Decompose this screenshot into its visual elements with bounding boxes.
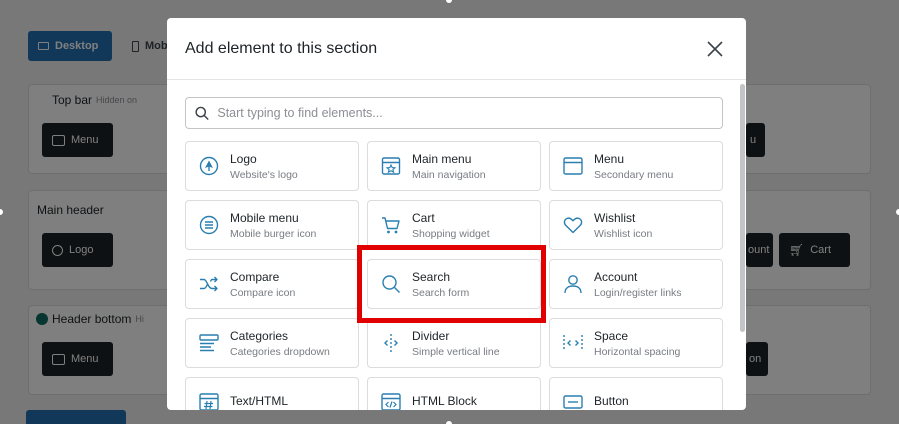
element-name: Mobile menu xyxy=(230,210,299,225)
heart-icon xyxy=(562,214,584,236)
element-desc: Login/register links xyxy=(594,286,682,299)
modal-scrollbar[interactable] xyxy=(740,84,745,332)
element-name: Button xyxy=(594,393,629,408)
element-desc: Compare icon xyxy=(230,286,296,299)
element-desc: Website's logo xyxy=(230,168,298,181)
element-name: HTML Block xyxy=(412,393,477,408)
element-name: Menu xyxy=(594,151,625,166)
element-desc: Mobile burger icon xyxy=(230,227,317,240)
element-card-logo[interactable]: Logo Website's logo xyxy=(185,141,359,191)
button-icon xyxy=(562,391,584,410)
element-card-main-menu[interactable]: Main menu Main navigation xyxy=(367,141,541,191)
element-card-search[interactable]: Search Search form xyxy=(367,259,541,309)
divider-icon xyxy=(380,332,402,354)
element-desc: Categories dropdown xyxy=(230,345,330,358)
modal-header: Add element to this section xyxy=(167,18,746,80)
element-card-html-block[interactable]: HTML Block xyxy=(367,377,541,410)
element-grid: Logo Website's logo Main menu Main navig… xyxy=(185,141,723,410)
element-card-divider[interactable]: Divider Simple vertical line xyxy=(367,318,541,368)
element-card-space[interactable]: Space Horizontal spacing xyxy=(549,318,723,368)
modal-title: Add element to this section xyxy=(185,39,378,57)
compare-icon xyxy=(198,273,220,295)
search-icon xyxy=(195,106,209,120)
element-name: Account xyxy=(594,269,638,284)
element-desc: Horizontal spacing xyxy=(594,345,681,358)
space-icon xyxy=(562,332,584,354)
text-html-icon xyxy=(198,391,220,410)
element-name: Space xyxy=(594,328,629,343)
main-menu-icon xyxy=(380,155,402,177)
element-card-mobile-menu[interactable]: Mobile menu Mobile burger icon xyxy=(185,200,359,250)
element-card-categories[interactable]: Categories Categories dropdown xyxy=(185,318,359,368)
element-name: Cart xyxy=(412,210,435,225)
menu-icon xyxy=(562,155,584,177)
element-desc: Search form xyxy=(412,286,470,299)
add-element-modal: Add element to this section Logo xyxy=(167,18,746,410)
element-name: Main menu xyxy=(412,151,472,166)
element-name: Wishlist xyxy=(594,210,636,225)
element-name: Compare xyxy=(230,269,280,284)
html-block-icon xyxy=(380,391,402,410)
element-card-cart[interactable]: Cart Shopping widget xyxy=(367,200,541,250)
element-name: Logo xyxy=(230,151,257,166)
element-card-button[interactable]: Button xyxy=(549,377,723,410)
element-name: Categories xyxy=(230,328,289,343)
element-name: Divider xyxy=(412,328,450,343)
element-desc: Main navigation xyxy=(412,168,486,181)
element-desc: Wishlist icon xyxy=(594,227,653,240)
close-button[interactable] xyxy=(704,38,726,60)
mobile-menu-icon xyxy=(198,214,220,236)
modal-body: Logo Website's logo Main menu Main navig… xyxy=(167,81,746,410)
element-card-compare[interactable]: Compare Compare icon xyxy=(185,259,359,309)
element-search-input[interactable] xyxy=(217,106,713,120)
element-search-box[interactable] xyxy=(185,97,723,129)
logo-icon xyxy=(198,155,220,177)
element-card-menu[interactable]: Menu Secondary menu xyxy=(549,141,723,191)
element-card-wishlist[interactable]: Wishlist Wishlist icon xyxy=(549,200,723,250)
element-name: Search xyxy=(412,269,451,284)
account-icon xyxy=(562,273,584,295)
element-name: Text/HTML xyxy=(230,393,289,408)
categories-icon xyxy=(198,332,220,354)
element-desc: Secondary menu xyxy=(594,168,674,181)
element-desc: Simple vertical line xyxy=(412,345,500,358)
element-desc: Shopping widget xyxy=(412,227,490,240)
element-card-text-html[interactable]: Text/HTML xyxy=(185,377,359,410)
cart-icon xyxy=(380,214,402,236)
search-icon xyxy=(380,273,402,295)
element-card-account[interactable]: Account Login/register links xyxy=(549,259,723,309)
close-icon xyxy=(707,40,723,57)
